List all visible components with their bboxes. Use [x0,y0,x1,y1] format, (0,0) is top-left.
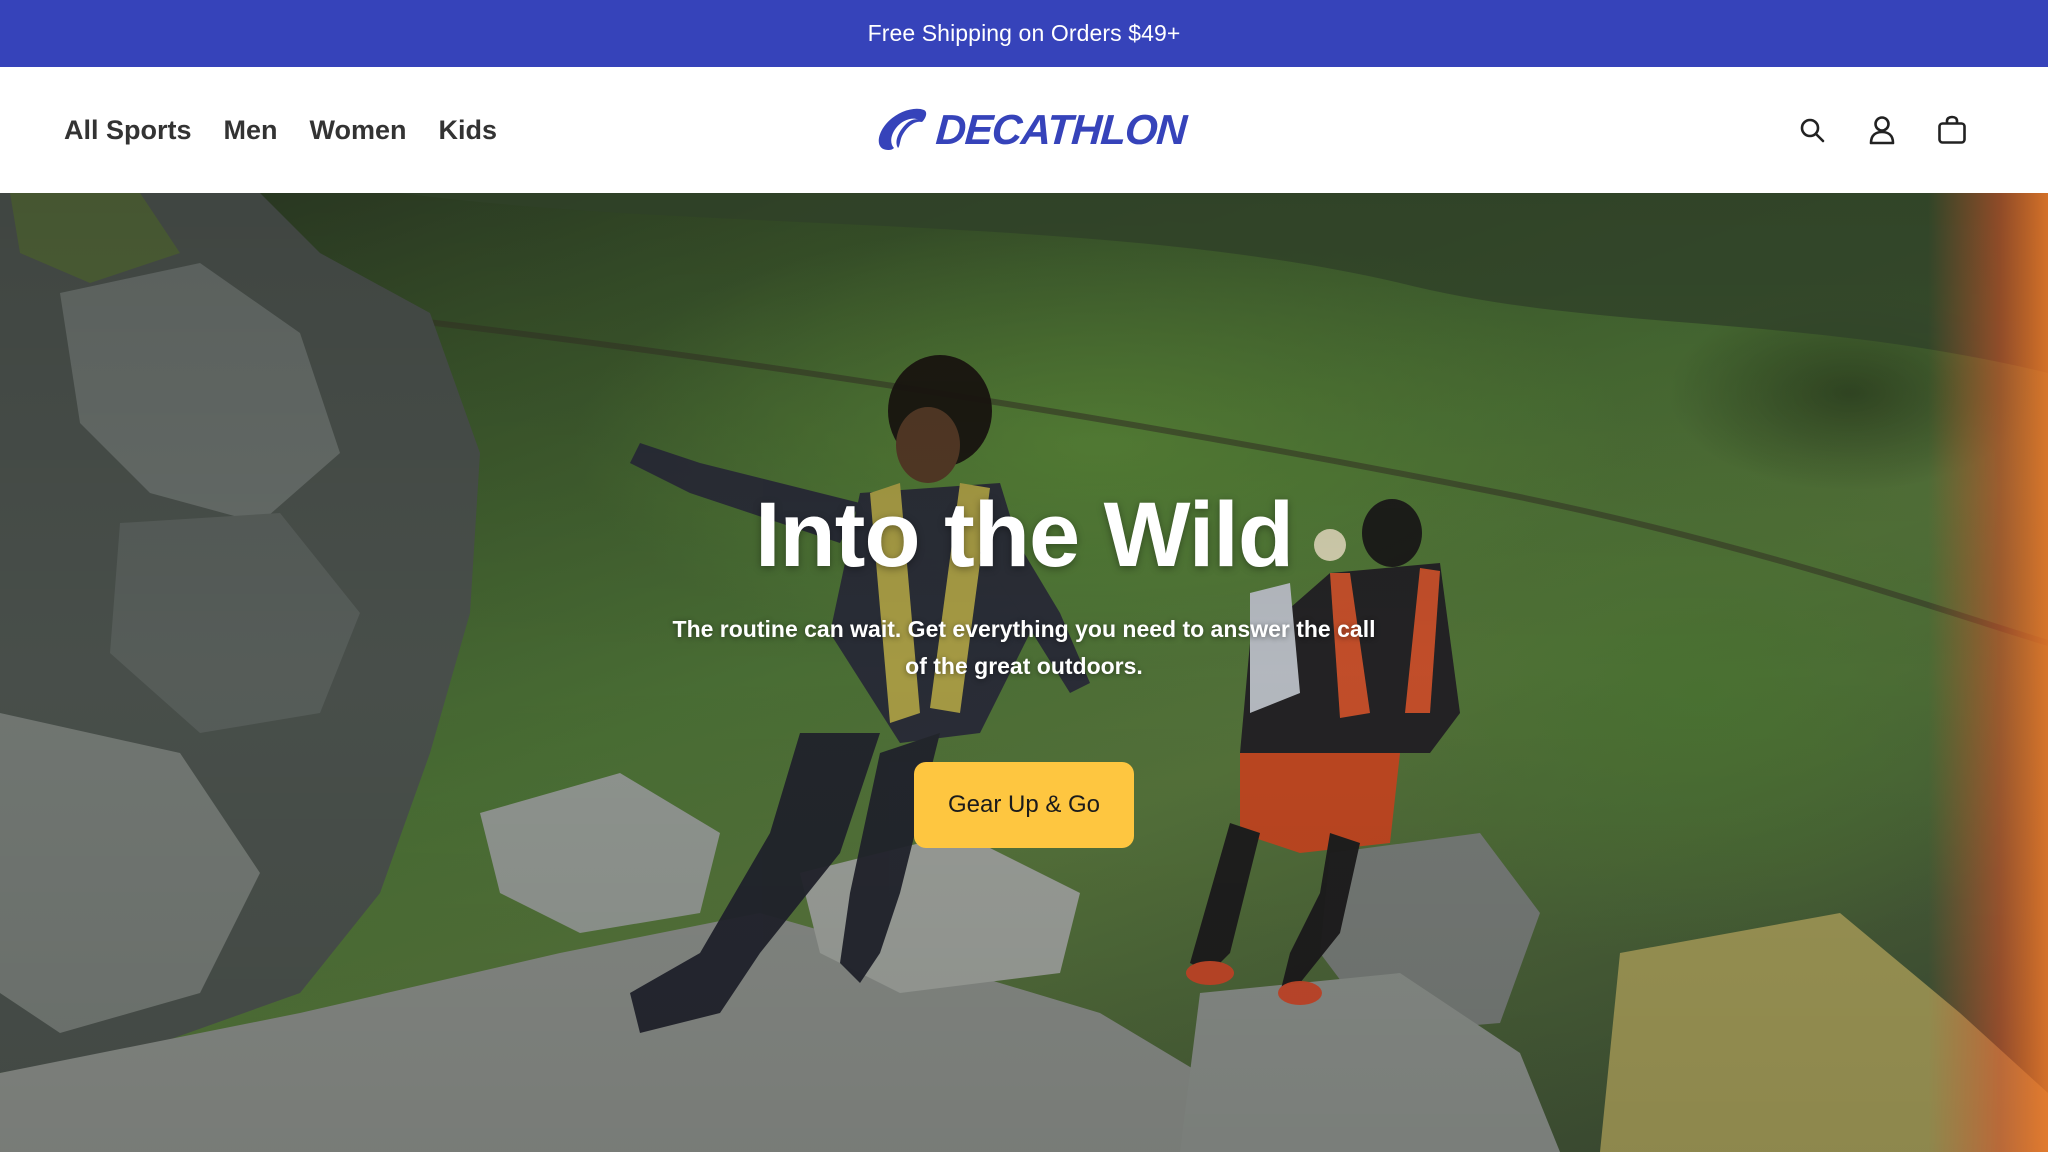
site-header: All Sports Men Women Kids DECATHLON [0,67,2048,193]
logo-text: DECATHLON [934,106,1188,153]
hero-subtitle: The routine can wait. Get everything you… [672,616,1376,679]
nav-link-women[interactable]: Women [310,115,407,146]
hero-title: Into the Wild [754,484,1294,586]
gear-up-button[interactable]: Gear Up & Go [914,762,1134,848]
hero-banner: Into the Wild The routine can wait. Get … [0,193,2048,1152]
main-nav: All Sports Men Women Kids [64,67,497,193]
logo-mark-icon [874,106,928,154]
search-icon[interactable] [1796,114,1828,146]
nav-link-men[interactable]: Men [224,115,278,146]
header-icons [1796,67,1968,193]
promo-bar: Free Shipping on Orders $49+ [0,0,2048,67]
decathlon-logo[interactable]: DECATHLON [874,105,1188,155]
hero-content: Into the Wild The routine can wait. Get … [0,193,2048,1152]
promo-text: Free Shipping on Orders $49+ [867,20,1181,46]
nav-link-all-sports[interactable]: All Sports [64,115,192,146]
shopping-bag-icon[interactable] [1936,114,1968,146]
user-icon[interactable] [1866,114,1898,146]
nav-link-kids[interactable]: Kids [439,115,498,146]
